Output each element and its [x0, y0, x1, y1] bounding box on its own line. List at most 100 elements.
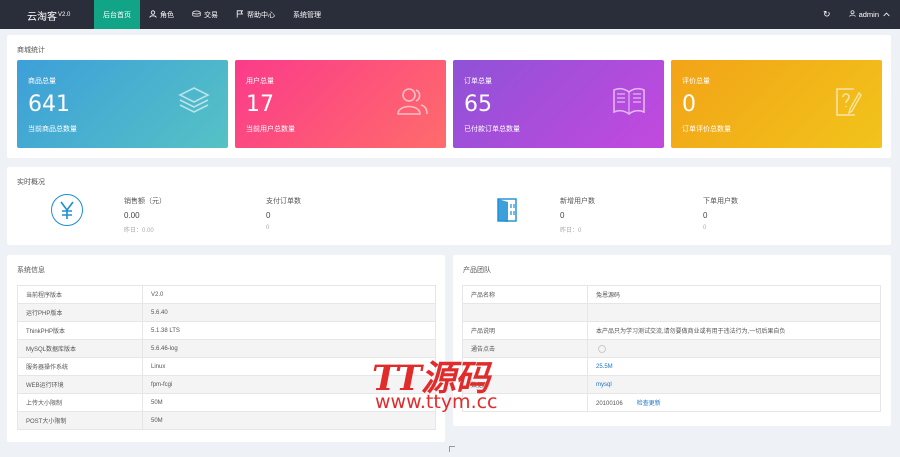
row-value [587, 339, 881, 358]
nav-system[interactable]: 系统管理 [284, 0, 330, 29]
nav-roles-label: 角色 [160, 11, 174, 19]
app-version: V2.0 [58, 12, 71, 18]
stat-label: 商品总量 [28, 78, 56, 85]
row-value: V2.0 [142, 285, 436, 304]
panel-title: 系统信息 [17, 267, 45, 274]
stat-card-orders[interactable]: 订单总量 65 已付款订单总数量 [453, 60, 664, 148]
flag-icon [236, 9, 244, 20]
user-icon [149, 9, 157, 20]
row-key: 产品名称 [462, 285, 588, 304]
row-value: 兔恩源码 [587, 285, 881, 304]
stat-label: 评价总量 [682, 78, 710, 85]
realtime-yesterday: 昨日：0 [560, 228, 582, 234]
stat-sub: 订单评价总数量 [682, 126, 731, 133]
realtime-paid-orders: 支付订单数 0 0 [266, 196, 301, 231]
realtime-label: 支付订单数 [266, 198, 301, 205]
realtime-yesterday: 昨日：0.00 [124, 228, 154, 234]
row-key: WEB运行环境 [17, 375, 143, 394]
nav-system-label: 系统管理 [293, 11, 321, 19]
chevron-up-icon [883, 10, 890, 19]
realtime-value: 0.00 [124, 211, 140, 220]
layers-icon [178, 86, 210, 118]
stat-value: 0 [682, 92, 696, 117]
question-edit-icon [834, 86, 864, 120]
row-value: 5.6.40 [142, 303, 436, 322]
panel-title: 产品团队 [463, 267, 491, 274]
row-value: 5.1.38 LTS [142, 321, 436, 340]
main-nav: 后台首页 角色 交易 帮助中心 系统管理 [94, 0, 330, 29]
table-row: 当前程序版本 V2.0 [17, 285, 436, 304]
resize-handle-icon[interactable] [449, 446, 455, 452]
book-icon [612, 86, 646, 118]
realtime-value: 0 [560, 211, 565, 220]
users-icon [396, 86, 428, 118]
version-value: 20100106 [596, 401, 623, 407]
table-row: POST大小限制 50M [17, 411, 436, 430]
table-row: 运行PHP版本 5.6.40 [17, 303, 436, 322]
row-value [587, 303, 881, 322]
nav-help[interactable]: 帮助中心 [227, 0, 284, 29]
row-value: 50M [142, 411, 436, 430]
row-key [462, 303, 588, 322]
stat-label: 订单总量 [464, 78, 492, 85]
table-row: 产品说明 本产品只为学习测试交流,请勿要做商业或有用于违法行为,一切后果自负 [462, 321, 881, 340]
circle-icon [598, 344, 606, 353]
row-key: ThinkPHP版本 [17, 321, 143, 340]
panel-title: 商城统计 [17, 47, 45, 54]
refresh-icon[interactable]: ↻ [823, 9, 831, 20]
nav-roles[interactable]: 角色 [140, 0, 183, 29]
nav-trade-label: 交易 [204, 11, 218, 19]
stat-value: 641 [28, 92, 70, 117]
coins-icon [192, 10, 201, 20]
realtime-yesterday: 0 [703, 225, 707, 231]
stat-sub: 已付款订单总数量 [464, 126, 520, 133]
realtime-value: 0 [703, 211, 708, 220]
nav-help-label: 帮助中心 [247, 11, 275, 19]
stat-card-users[interactable]: 用户总量 17 当前用户总数量 [235, 60, 446, 148]
realtime-sales: 销售额（元） 0.00 昨日：0.00 [124, 196, 166, 234]
realtime-order-users: 下单用户数 0 0 [703, 196, 738, 231]
table-row: ThinkPHP版本 5.1.38 LTS [17, 321, 436, 340]
user-menu[interactable]: admin [848, 10, 890, 19]
row-key: POST大小限制 [17, 411, 143, 430]
nav-home-label: 后台首页 [103, 11, 131, 19]
panel-title: 实时概况 [17, 179, 45, 186]
row-key: 当前程序版本 [17, 285, 143, 304]
realtime-yesterday: 0 [266, 225, 270, 231]
user-name: admin [858, 10, 879, 19]
app-logo[interactable]: 云淘客V2.0 [27, 8, 70, 23]
nav-home[interactable]: 后台首页 [94, 0, 140, 29]
top-navbar: 云淘客V2.0 后台首页 角色 交易 帮助中心 系统管理 ↻ admin [0, 0, 900, 29]
row-value: 25.5M [587, 357, 881, 376]
check-update-link[interactable]: 检查更新 [637, 401, 661, 407]
realtime-new-users: 新增用户数 0 昨日：0 [560, 196, 595, 234]
user-icon [848, 10, 856, 19]
watermark-url: www.ttym.cc [375, 391, 498, 413]
stat-sub: 当前商品总数量 [28, 126, 77, 133]
stat-label: 用户总量 [246, 78, 274, 85]
row-key: 产品说明 [462, 321, 588, 340]
nav-trade[interactable]: 交易 [183, 0, 227, 29]
realtime-label: 销售额（元） [124, 198, 166, 205]
row-value: mysql [587, 375, 881, 394]
table-row: 产品名称 兔恩源码 [462, 285, 881, 304]
row-key: 服务器操作系统 [17, 357, 143, 376]
row-value: 20100106 检查更新 [587, 393, 881, 412]
stat-sub: 当前用户总数量 [246, 126, 295, 133]
door-icon [494, 196, 520, 224]
row-key: 上传大小限制 [17, 393, 143, 412]
stat-value: 17 [246, 92, 274, 117]
row-value: 本产品只为学习测试交流,请勿要做商业或有用于违法行为,一切后果自负 [587, 321, 881, 340]
topbar-right: ↻ admin [823, 0, 890, 29]
realtime-label: 下单用户数 [703, 198, 738, 205]
stat-card-products[interactable]: 商品总量 641 当前商品总数量 [17, 60, 228, 148]
row-key: MySQL数据库版本 [17, 339, 143, 358]
watermark-logo: TT源码 www.ttym.cc [372, 350, 532, 414]
realtime-label: 新增用户数 [560, 198, 595, 205]
realtime-value: 0 [266, 211, 271, 220]
table-row [462, 303, 881, 322]
app-name: 云淘客 [27, 12, 57, 23]
row-key: 运行PHP版本 [17, 303, 143, 322]
stat-card-reviews[interactable]: 评价总量 0 订单评价总数量 [671, 60, 882, 148]
yen-icon [51, 194, 83, 226]
